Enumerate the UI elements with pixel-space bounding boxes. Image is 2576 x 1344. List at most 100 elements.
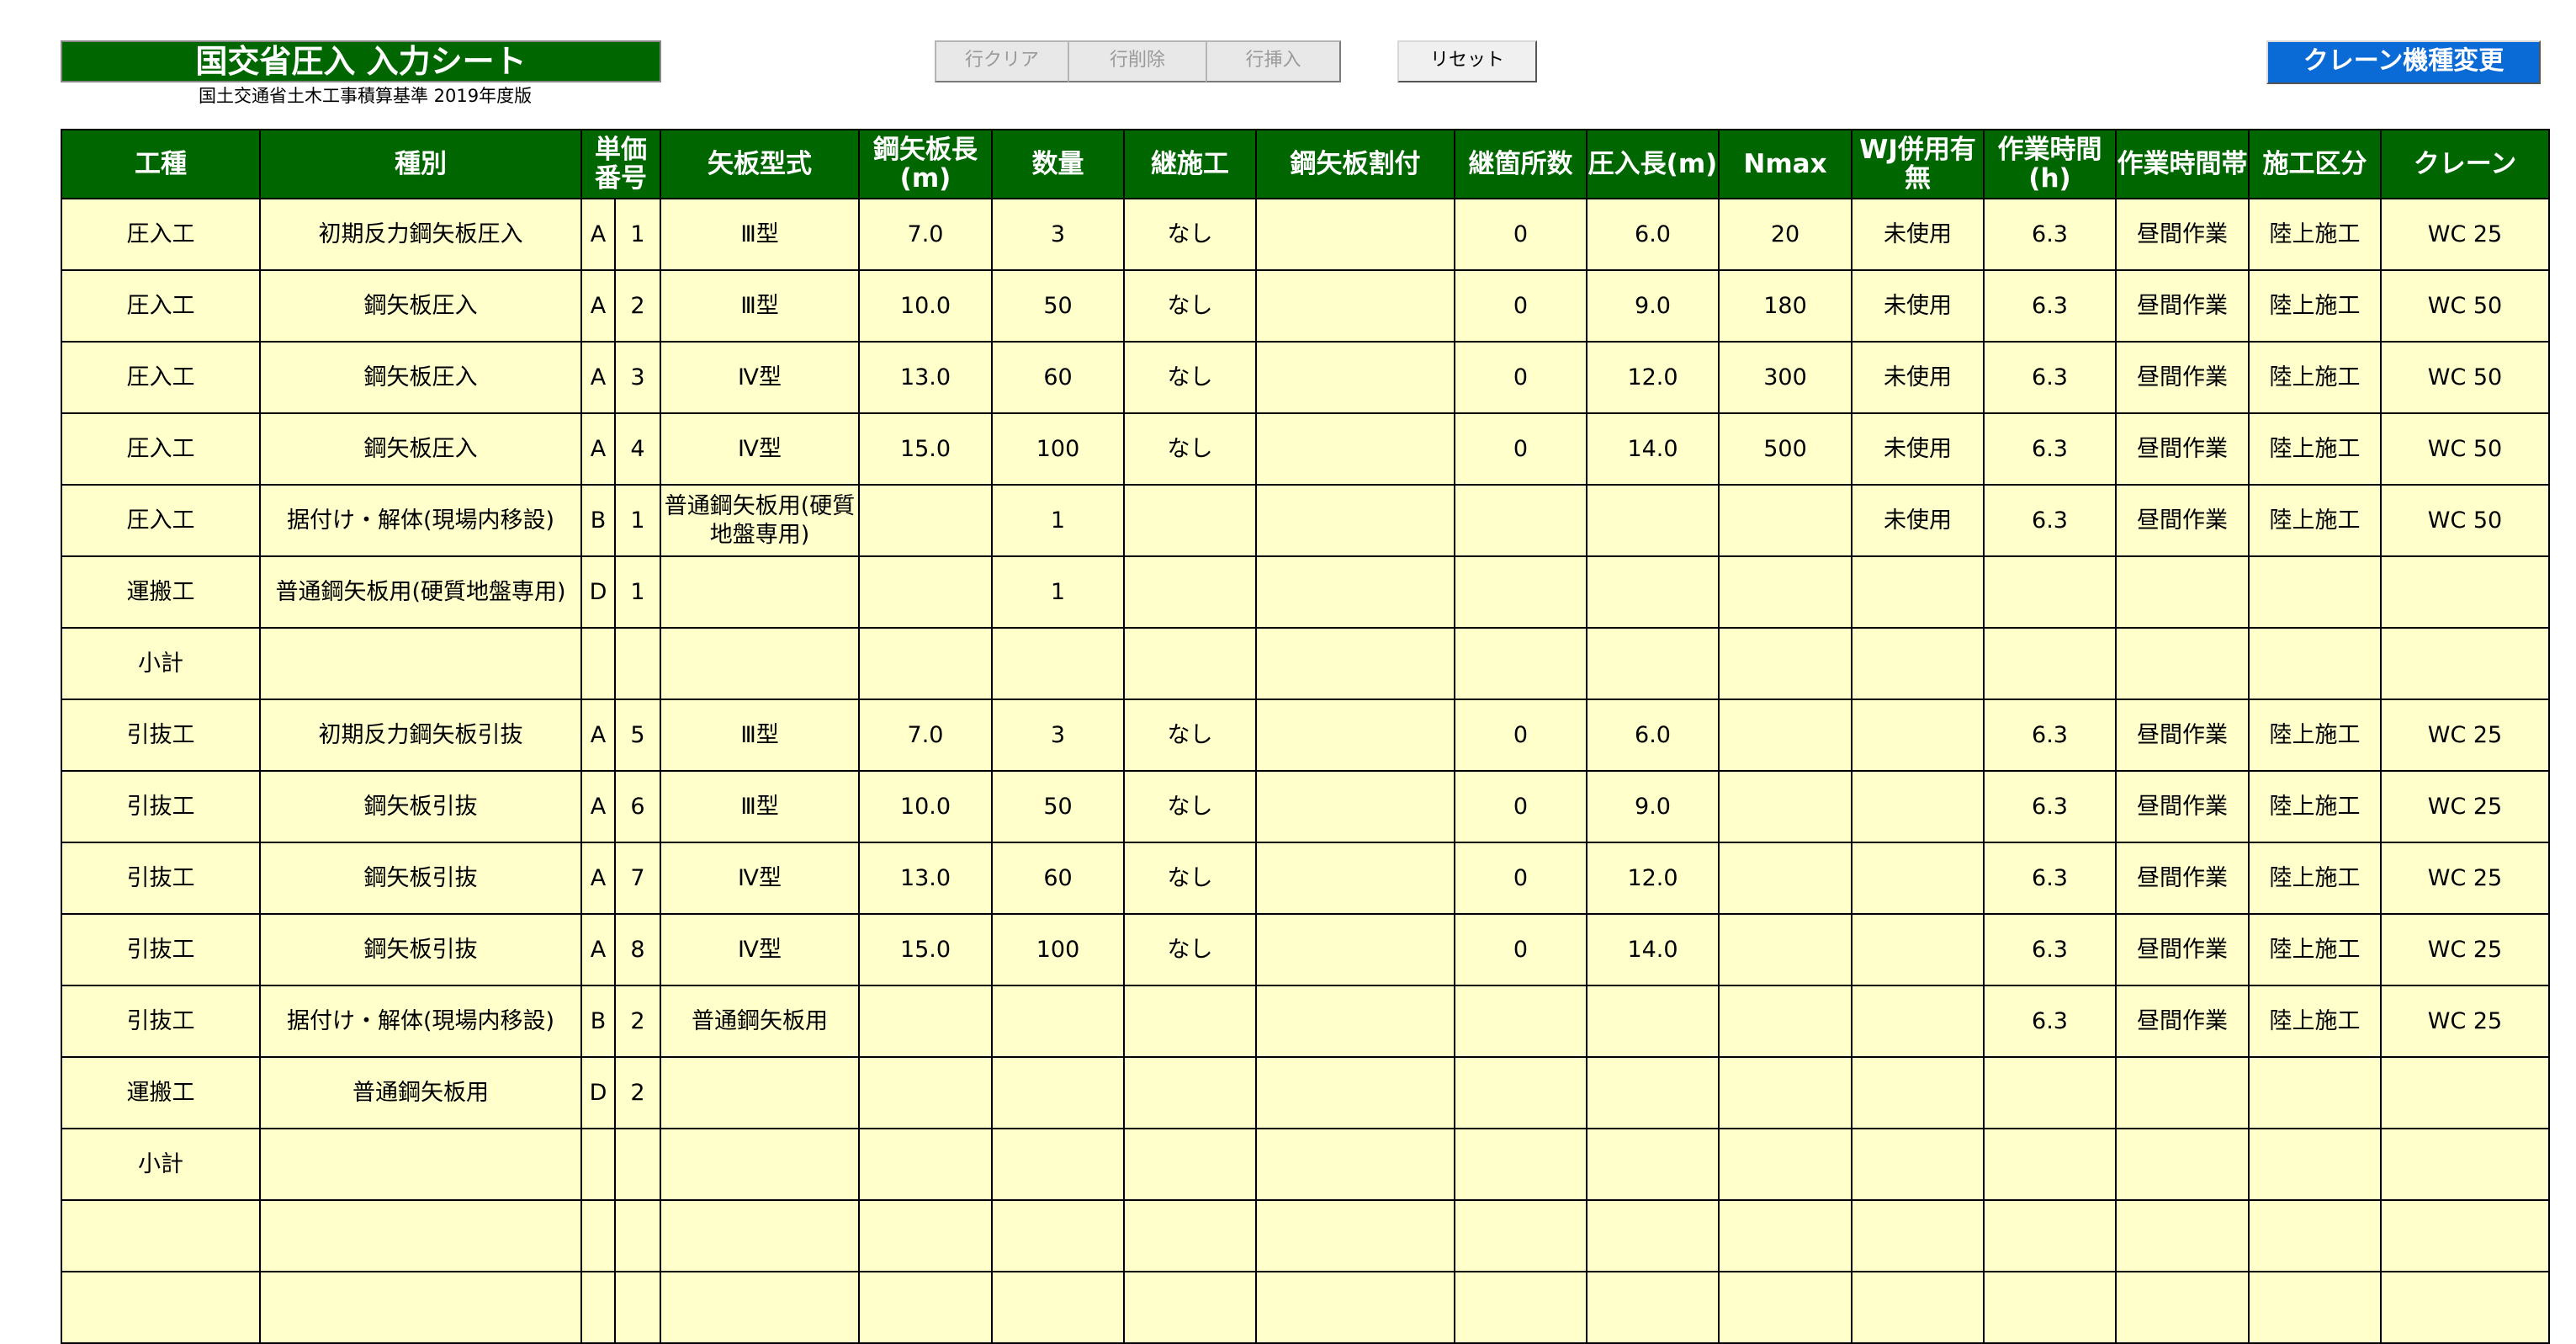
cell-nmax[interactable] (1718, 985, 1852, 1058)
cell-construction-type[interactable] (2248, 627, 2382, 700)
cell-sheet-length[interactable]: 15.0 (858, 913, 993, 986)
cell-quantity[interactable] (991, 1128, 1125, 1201)
cell-sheet-type[interactable] (660, 627, 860, 700)
cell-work-hours[interactable]: 6.3 (1983, 770, 2117, 843)
cell-sheet-type[interactable]: Ⅳ型 (660, 913, 860, 986)
cell-press-length[interactable] (1586, 1271, 1720, 1344)
cell-syubetsu[interactable]: 鋼矢板引抜 (259, 842, 582, 915)
cell-joint-work[interactable] (1123, 555, 1257, 629)
cell-wj-use[interactable]: 未使用 (1851, 412, 1985, 486)
clear-row-button[interactable]: 行クリア (935, 40, 1069, 82)
cell-nmax[interactable]: 300 (1718, 341, 1852, 414)
cell-unit-number[interactable] (614, 1271, 661, 1344)
cell-press-length[interactable] (1586, 484, 1720, 557)
cell-syubetsu[interactable] (259, 1128, 582, 1201)
cell-joint-work[interactable]: なし (1123, 412, 1257, 486)
cell-construction-type[interactable] (2248, 1056, 2382, 1129)
cell-sheet-length[interactable] (858, 1128, 993, 1201)
cell-joint-work[interactable]: なし (1123, 913, 1257, 986)
cell-quantity[interactable] (991, 985, 1125, 1058)
cell-joint-work[interactable] (1123, 1056, 1257, 1129)
cell-joint-work[interactable] (1123, 1271, 1257, 1344)
cell-joint-count[interactable]: 0 (1454, 913, 1587, 986)
cell-construction-type[interactable]: 陸上施工 (2248, 770, 2382, 843)
cell-unit-letter[interactable] (580, 627, 616, 700)
cell-sheet-length[interactable] (858, 484, 993, 557)
cell-wj-use[interactable] (1851, 842, 1985, 915)
cell-work-period[interactable]: 昼間作業 (2115, 341, 2250, 414)
cell-construction-type[interactable] (2248, 555, 2382, 629)
cell-sheet-layout[interactable] (1255, 699, 1455, 772)
cell-joint-work[interactable]: なし (1123, 699, 1257, 772)
cell-sheet-layout[interactable] (1255, 484, 1455, 557)
cell-sheet-layout[interactable] (1255, 555, 1455, 629)
cell-kosyu[interactable]: 引抜工 (61, 842, 261, 915)
cell-unit-letter[interactable]: A (580, 770, 616, 843)
cell-sheet-length[interactable]: 7.0 (858, 198, 993, 271)
cell-construction-type[interactable] (2248, 1271, 2382, 1344)
cell-unit-number[interactable]: 4 (614, 412, 661, 486)
cell-nmax[interactable] (1718, 627, 1852, 700)
cell-syubetsu[interactable]: 初期反力鋼矢板圧入 (259, 198, 582, 271)
cell-sheet-type[interactable]: Ⅳ型 (660, 341, 860, 414)
cell-unit-letter[interactable]: A (580, 412, 616, 486)
cell-unit-number[interactable]: 1 (614, 198, 661, 271)
cell-unit-letter[interactable] (580, 1199, 616, 1272)
cell-sheet-length[interactable] (858, 555, 993, 629)
cell-kosyu[interactable]: 圧入工 (61, 269, 261, 343)
cell-work-period[interactable] (2115, 555, 2250, 629)
cell-joint-count[interactable] (1454, 1199, 1587, 1272)
cell-work-period[interactable]: 昼間作業 (2115, 198, 2250, 271)
cell-sheet-length[interactable]: 10.0 (858, 770, 993, 843)
cell-kosyu[interactable]: 圧入工 (61, 341, 261, 414)
cell-joint-count[interactable] (1454, 555, 1587, 629)
cell-kosyu[interactable] (61, 1199, 261, 1272)
cell-work-period[interactable]: 昼間作業 (2115, 484, 2250, 557)
cell-nmax[interactable] (1718, 842, 1852, 915)
cell-press-length[interactable]: 14.0 (1586, 412, 1720, 486)
cell-work-hours[interactable]: 6.3 (1983, 412, 2117, 486)
cell-work-period[interactable]: 昼間作業 (2115, 770, 2250, 843)
cell-quantity[interactable]: 3 (991, 198, 1125, 271)
cell-sheet-layout[interactable] (1255, 985, 1455, 1058)
cell-wj-use[interactable]: 未使用 (1851, 341, 1985, 414)
reset-button[interactable]: リセット (1397, 40, 1537, 82)
cell-work-hours[interactable] (1983, 1199, 2117, 1272)
cell-joint-count[interactable]: 0 (1454, 198, 1587, 271)
cell-quantity[interactable] (991, 1271, 1125, 1344)
cell-wj-use[interactable] (1851, 770, 1985, 843)
cell-kosyu[interactable]: 圧入工 (61, 198, 261, 271)
cell-crane[interactable]: WC 50 (2380, 269, 2550, 343)
cell-sheet-length[interactable] (858, 627, 993, 700)
cell-press-length[interactable]: 12.0 (1586, 842, 1720, 915)
cell-kosyu[interactable]: 小計 (61, 627, 261, 700)
cell-joint-work[interactable] (1123, 484, 1257, 557)
cell-sheet-type[interactable]: Ⅲ型 (660, 269, 860, 343)
cell-construction-type[interactable]: 陸上施工 (2248, 412, 2382, 486)
cell-work-hours[interactable]: 6.3 (1983, 269, 2117, 343)
cell-sheet-layout[interactable] (1255, 913, 1455, 986)
cell-work-period[interactable] (2115, 1056, 2250, 1129)
cell-work-hours[interactable]: 6.3 (1983, 341, 2117, 414)
cell-unit-number[interactable]: 2 (614, 269, 661, 343)
cell-unit-letter[interactable]: D (580, 1056, 616, 1129)
cell-nmax[interactable] (1718, 555, 1852, 629)
cell-unit-number[interactable]: 8 (614, 913, 661, 986)
cell-sheet-length[interactable]: 15.0 (858, 412, 993, 486)
cell-joint-count[interactable] (1454, 1271, 1587, 1344)
cell-syubetsu[interactable]: 普通鋼矢板用 (259, 1056, 582, 1129)
cell-crane[interactable] (2380, 555, 2550, 629)
cell-construction-type[interactable]: 陸上施工 (2248, 484, 2382, 557)
cell-syubetsu[interactable] (259, 1199, 582, 1272)
cell-crane[interactable]: WC 50 (2380, 412, 2550, 486)
cell-sheet-length[interactable]: 7.0 (858, 699, 993, 772)
cell-construction-type[interactable]: 陸上施工 (2248, 269, 2382, 343)
cell-sheet-type[interactable] (660, 1128, 860, 1201)
cell-unit-letter[interactable]: A (580, 842, 616, 915)
cell-work-hours[interactable]: 6.3 (1983, 198, 2117, 271)
cell-unit-letter[interactable] (580, 1271, 616, 1344)
cell-unit-number[interactable]: 1 (614, 484, 661, 557)
cell-unit-letter[interactable]: A (580, 913, 616, 986)
cell-construction-type[interactable]: 陸上施工 (2248, 913, 2382, 986)
cell-press-length[interactable]: 6.0 (1586, 699, 1720, 772)
